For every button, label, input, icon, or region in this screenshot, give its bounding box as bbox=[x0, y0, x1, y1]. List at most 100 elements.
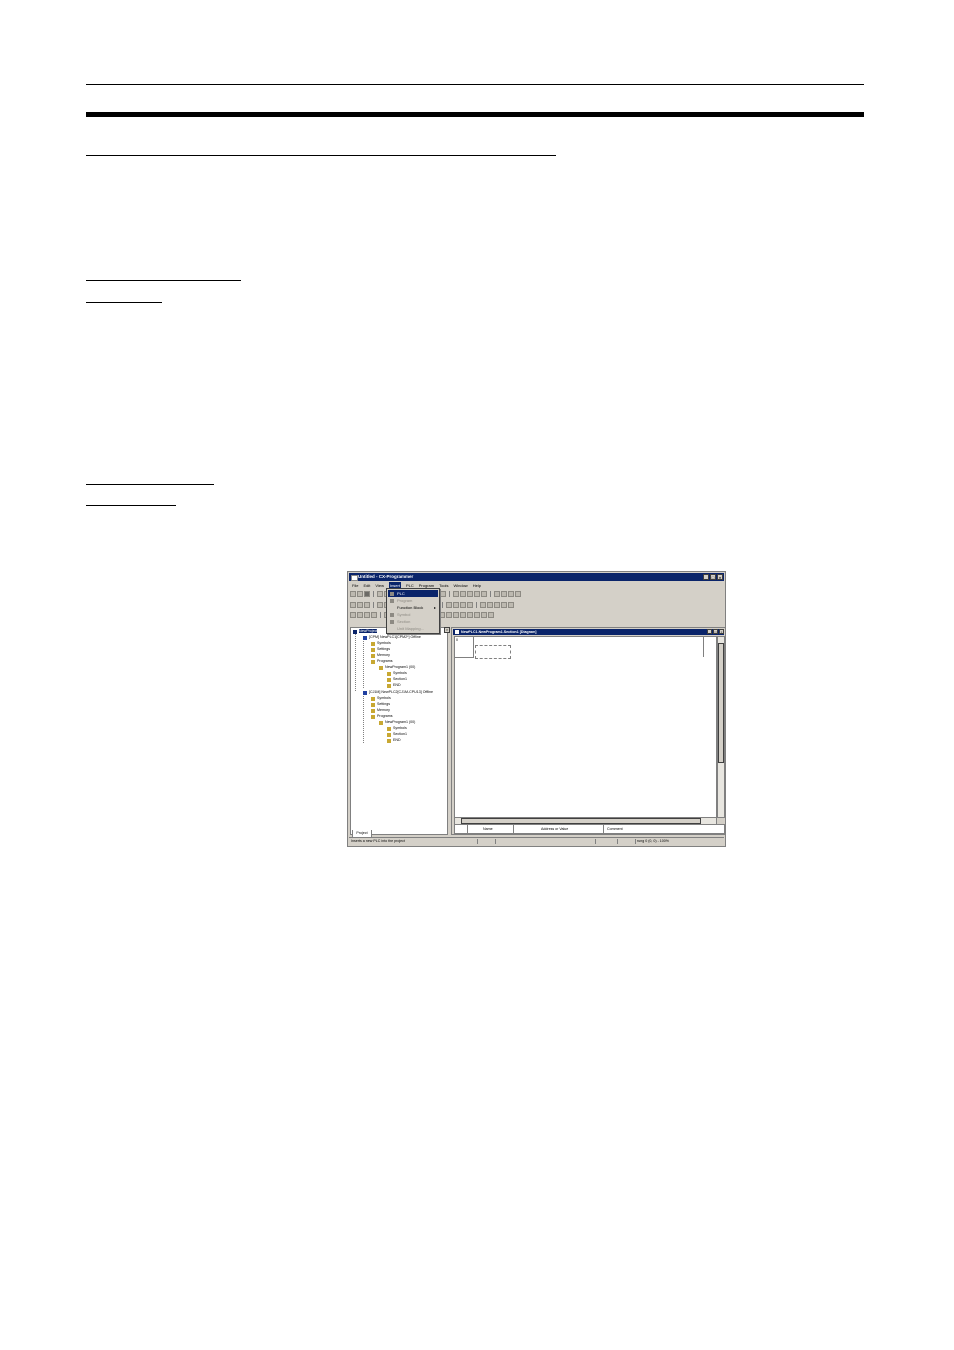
toolbar-icon[interactable] bbox=[494, 590, 500, 597]
status-position: rung 0 (0, 0) - 100% bbox=[637, 839, 669, 843]
watch-column-comment[interactable]: Comment bbox=[607, 825, 623, 833]
settings-icon bbox=[371, 647, 375, 652]
toolbar-icon[interactable] bbox=[453, 590, 459, 597]
close-pane-button[interactable]: × bbox=[444, 627, 450, 633]
plc-icon bbox=[363, 690, 367, 695]
child-maximize-button[interactable]: □ bbox=[713, 629, 718, 634]
toolbar-icon[interactable] bbox=[467, 590, 473, 597]
menu-window[interactable]: Window bbox=[453, 582, 467, 589]
contact-icon[interactable] bbox=[377, 601, 383, 608]
toolbar-icon[interactable] bbox=[453, 601, 459, 608]
tree-node-label: NewProgram1 (00) bbox=[385, 720, 416, 724]
tree-node[interactable]: Symbols bbox=[371, 696, 391, 701]
toolbar-icon[interactable] bbox=[467, 601, 473, 608]
toolbar-icon[interactable] bbox=[481, 590, 487, 597]
toolbar-icon[interactable] bbox=[487, 601, 493, 608]
toolbar-icon[interactable] bbox=[453, 611, 459, 618]
toolbar-icon[interactable] bbox=[460, 601, 466, 608]
toolbar-icon[interactable] bbox=[515, 590, 521, 597]
menu-item-section[interactable]: Section bbox=[388, 618, 438, 625]
child-close-button[interactable]: × bbox=[719, 629, 724, 634]
toolbar-icon[interactable] bbox=[488, 611, 494, 618]
tree-node[interactable]: Symbols bbox=[387, 726, 407, 731]
tree-node-label: NewProgram1 (00) bbox=[385, 665, 416, 669]
toolbar-icon[interactable] bbox=[474, 590, 480, 597]
vertical-scrollbar[interactable] bbox=[717, 636, 725, 818]
column-divider bbox=[513, 825, 514, 833]
zoom-out-icon[interactable] bbox=[357, 601, 363, 608]
toolbar-icon[interactable] bbox=[460, 611, 466, 618]
menu-file[interactable]: File bbox=[352, 582, 358, 589]
toolbar-separator bbox=[449, 590, 450, 597]
zoom-in-icon[interactable] bbox=[350, 601, 356, 608]
tree-node-label: [CPM] NewPLC1[CPM2*] Offline bbox=[369, 635, 421, 639]
transfer-from-plc-icon[interactable] bbox=[364, 611, 370, 618]
toolbar-icon[interactable] bbox=[446, 611, 452, 618]
toolbar-icon[interactable] bbox=[494, 601, 500, 608]
toolbar-icon[interactable] bbox=[446, 601, 452, 608]
tree-node[interactable]: Section1 bbox=[387, 677, 407, 682]
help-icon[interactable] bbox=[440, 590, 446, 597]
scroll-thumb[interactable] bbox=[718, 643, 724, 763]
tree-node[interactable]: Memory bbox=[371, 653, 390, 658]
tree-node[interactable]: END bbox=[387, 683, 401, 688]
toolbar-icon[interactable] bbox=[474, 611, 480, 618]
tree-node[interactable]: Symbols bbox=[387, 671, 407, 676]
tree-node-plc2[interactable]: [CJ1M] NewPLC2[CJ1M-CPU13] Offline bbox=[363, 690, 433, 695]
print-icon[interactable] bbox=[377, 590, 383, 597]
tree-node[interactable]: NewProgram1 (00) bbox=[379, 720, 415, 725]
toolbar-icon[interactable] bbox=[501, 590, 507, 597]
toolbar-icon[interactable] bbox=[460, 590, 466, 597]
toolbar-icon[interactable] bbox=[480, 601, 486, 608]
tree-node[interactable]: Programs bbox=[371, 714, 393, 719]
program-icon bbox=[379, 665, 383, 670]
watch-column-address[interactable]: Address or Value bbox=[541, 825, 568, 833]
tree-node[interactable]: NewProgram1 (00) bbox=[379, 665, 415, 670]
menu-item-program[interactable]: Program bbox=[388, 597, 438, 604]
compare-icon[interactable] bbox=[371, 611, 377, 618]
toolbar-icon[interactable] bbox=[467, 611, 473, 618]
tree-node[interactable]: END bbox=[387, 738, 401, 743]
subheading-underline-2 bbox=[86, 280, 241, 281]
work-online-icon[interactable] bbox=[350, 611, 356, 618]
tree-node-label: Settings bbox=[377, 647, 390, 651]
menu-edit[interactable]: Edit bbox=[363, 582, 370, 589]
menu-tools[interactable]: Tools bbox=[439, 582, 448, 589]
new-icon[interactable] bbox=[350, 590, 356, 597]
tree-node-label: Symbols bbox=[377, 641, 391, 645]
tree-node[interactable]: Settings bbox=[371, 702, 390, 707]
watch-column-name[interactable]: Name bbox=[483, 825, 493, 833]
toolbar-icon[interactable] bbox=[481, 611, 487, 618]
open-icon[interactable] bbox=[357, 590, 363, 597]
section-icon bbox=[387, 677, 391, 682]
tree-node-plc1[interactable]: [CPM] NewPLC1[CPM2*] Offline bbox=[363, 635, 421, 640]
toolbar-icon[interactable] bbox=[501, 601, 507, 608]
ladder-editor[interactable]: 0 bbox=[454, 636, 717, 818]
status-divider bbox=[595, 839, 596, 844]
tree-node[interactable]: Memory bbox=[371, 708, 390, 713]
zoom-fit-icon[interactable] bbox=[364, 601, 370, 608]
tree-node[interactable]: Settings bbox=[371, 647, 390, 652]
tree-root[interactable]: NewProject bbox=[353, 629, 378, 634]
minimize-button[interactable]: _ bbox=[703, 574, 709, 580]
tree-node-label: END bbox=[393, 683, 401, 687]
tree-node[interactable]: Section1 bbox=[387, 732, 407, 737]
child-minimize-button[interactable]: _ bbox=[707, 629, 712, 634]
diagram-window: NewPLC1.NewProgram1.Section1 [Diagram] _… bbox=[451, 627, 725, 835]
close-button[interactable]: × bbox=[717, 574, 723, 580]
status-divider bbox=[617, 839, 618, 844]
menu-help[interactable]: Help bbox=[473, 582, 481, 589]
menu-item-function-block[interactable]: Function Block ▸ bbox=[388, 604, 438, 611]
tree-node[interactable]: Programs bbox=[371, 659, 393, 664]
menu-view[interactable]: View bbox=[375, 582, 384, 589]
menu-item-unit-mapping[interactable]: Unit Mapping... bbox=[388, 625, 438, 632]
tree-node[interactable]: Symbols bbox=[371, 641, 391, 646]
save-icon[interactable] bbox=[364, 590, 370, 597]
menu-item-symbol[interactable]: Symbol bbox=[388, 611, 438, 618]
toolbar-icon[interactable] bbox=[508, 590, 514, 597]
transfer-to-plc-icon[interactable] bbox=[357, 611, 363, 618]
toolbar-icon[interactable] bbox=[508, 601, 514, 608]
menu-item-plc[interactable]: PLC bbox=[388, 590, 438, 597]
project-icon bbox=[353, 629, 357, 634]
maximize-button[interactable]: □ bbox=[710, 574, 716, 580]
